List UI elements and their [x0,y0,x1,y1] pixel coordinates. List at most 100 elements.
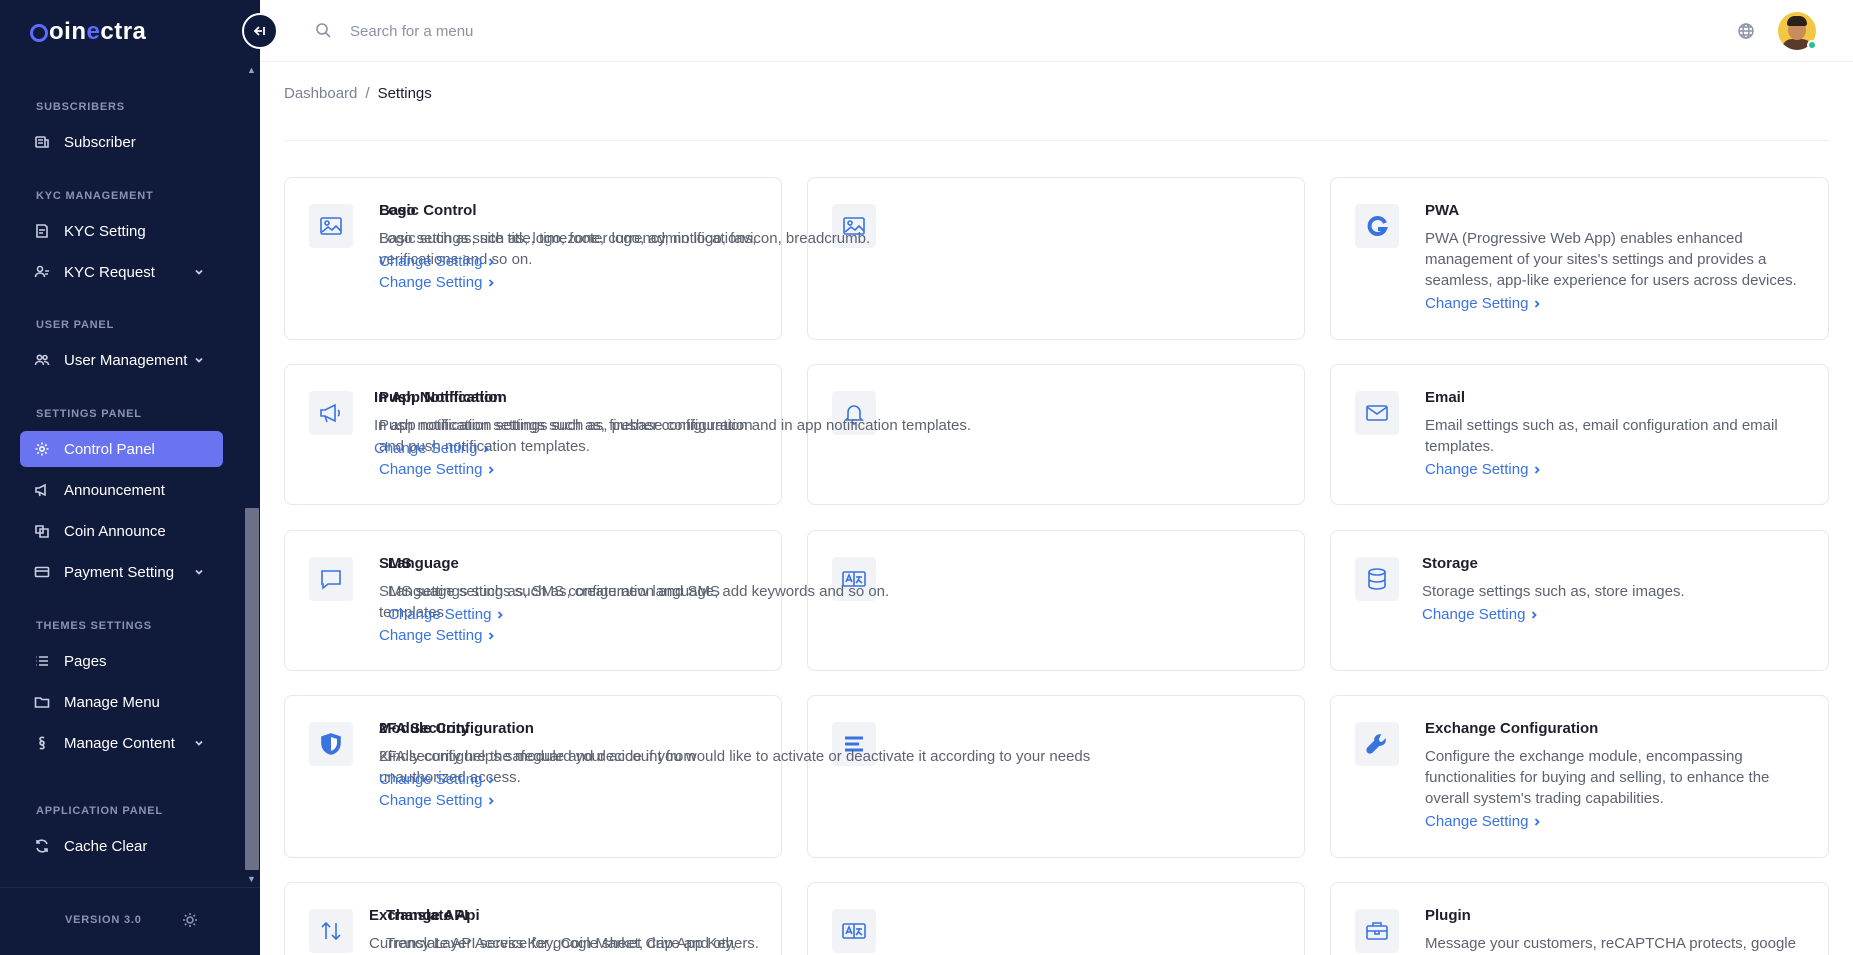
settings-card[interactable]: Translate Api Translate API service for g… [386,882,1305,955]
sidebar-nav: SUBSCRIBERS Subscriber KYC MANAGEMENT KY… [0,62,243,887]
breadcrumb-separator: / [365,85,370,102]
sidebar-item-announcement[interactable]: Announcement [20,472,223,508]
settings-card-title: Module Configuration [379,720,534,737]
section-label-kyc: KYC MANAGEMENT [36,190,154,202]
settings-card-title: Email [1425,389,1466,406]
settings-card-body: Plugin Message your customers, reCAPTCHA … [1425,907,1808,954]
change-setting-link[interactable]: Change Setting [379,771,496,788]
sidebar-item-user-management[interactable]: User Management [20,342,223,378]
change-setting-label: Change Setting [379,461,483,478]
settings-card[interactable]: PWA PWA (Progressive Web App) enables enh… [1330,177,1829,340]
sidebar-collapse-button[interactable] [242,13,278,49]
sidebar-item-label: Control Panel [64,440,155,458]
settings-card-title: Storage [1422,555,1478,572]
sidebar-item-label: Payment Setting [64,563,175,581]
change-setting-link[interactable]: Change Setting [388,606,505,623]
settings-card[interactable]: Logo Logo settings such as, logo, footer … [379,177,1305,340]
brand-text-accent: e [86,18,101,45]
app-root: oin e ctra SUBSCRIBERS Subscriber KYC MANA… [0,0,1853,955]
change-setting-link[interactable]: Change Setting [379,274,496,291]
change-setting-link[interactable]: Change Setting [374,440,491,457]
user-group-icon [32,350,52,370]
chevron-down-icon [193,353,207,367]
breadcrumb-dashboard[interactable]: Dashboard [284,85,357,102]
change-setting-link[interactable]: Change Setting [379,627,496,644]
breadcrumb: Dashboard / Settings [284,85,432,102]
sidebar-item-kyc-request[interactable]: KYC Request [20,254,223,290]
settings-card-body: Module Configuration Kindly configure the… [379,720,1284,789]
sidebar-item-manage-menu[interactable]: Manage Menu [20,684,223,720]
change-setting-link[interactable]: Change Setting [1422,606,1539,623]
logo-c-mark [30,24,48,42]
sidebar-item-manage-content[interactable]: Manage Content [20,725,223,761]
chevron-right-icon [489,465,495,474]
change-setting-label: Change Setting [379,274,483,291]
scrollbar-thumb[interactable] [245,508,259,870]
arrows-updown-icon [309,909,353,953]
settings-card-description: Translate API service for google sheet, … [386,935,759,952]
chevron-down-icon [193,736,207,750]
change-setting-link[interactable]: Change Setting [379,792,496,809]
megaphone-icon [32,480,52,500]
sun-icon[interactable] [182,912,198,928]
globe-icon[interactable] [1737,22,1755,40]
subscriber-icon [32,132,52,152]
settings-card-body: In App Notification In app notification s… [374,389,1284,458]
change-setting-link[interactable]: Change Setting [379,253,496,270]
card-icon [32,562,52,582]
sidebar-item-kyc-setting[interactable]: KYC Setting [20,213,223,249]
brand-text-1: oin [49,18,87,45]
settings-card-title: PWA [1425,202,1460,219]
settings-card-description: Kindly configure the module and decide i… [379,748,1091,765]
change-setting-link[interactable]: Change Setting [1425,813,1542,830]
section-label-application-panel: APPLICATION PANEL [36,805,163,817]
sidebar-item-subscriber[interactable]: Subscriber [20,124,223,160]
list-icon [32,651,52,671]
change-setting-label: Change Setting [374,440,478,457]
settings-card-title: Logo [379,202,416,219]
sidebar-item-cache-clear[interactable]: Cache Clear [20,828,223,864]
change-setting-link[interactable]: Change Setting [1425,461,1542,478]
sidebar-item-label: Announcement [64,481,165,499]
image-icon [309,204,353,248]
sidebar-item-label: Subscriber [64,133,136,151]
sidebar-item-payment-setting[interactable]: Payment Setting [20,554,223,590]
scroll-up-icon[interactable]: ▲ [243,62,260,78]
settings-card-body: Storage Storage settings such as, store i… [1422,555,1808,624]
sidebar-item-pages[interactable]: Pages [20,643,223,679]
sidebar-item-label: Manage Menu [64,693,160,711]
header-divider [284,140,1829,141]
settings-card-title: Translate Api [386,907,480,924]
scroll-down-icon[interactable]: ▼ [243,871,260,887]
chevron-right-icon [1532,610,1538,619]
change-setting-label: Change Setting [379,253,483,270]
chevron-right-icon [489,775,495,784]
settings-card[interactable]: Language Language settings such as, creat… [388,530,1305,671]
settings-card-title: Plugin [1425,907,1471,924]
search-input[interactable] [350,16,750,46]
section-label-user-panel: USER PANEL [36,319,115,331]
sidebar-item-label: KYC Request [64,263,155,281]
settings-card[interactable]: Plugin Message your customers, reCAPTCHA … [1330,882,1829,955]
settings-card-body: Translate Api Translate API service for g… [386,907,1284,954]
change-setting-link[interactable]: Change Setting [379,461,496,478]
settings-card[interactable]: Email Email settings such as, email confi… [1330,364,1829,505]
settings-card[interactable]: In App Notification In app notification s… [374,364,1305,505]
sidebar-item-coin-announce[interactable]: Coin Announce [20,513,223,549]
sidebar-item-label: KYC Setting [64,222,146,240]
sidebar-scrollbar[interactable]: ▲ ▼ [243,62,260,887]
sidebar-item-control-panel[interactable]: Control Panel [20,431,223,467]
settings-card[interactable]: Exchange Configuration Configure the exch… [1330,695,1829,858]
settings-card[interactable]: Module Configuration Kindly configure the… [379,695,1305,858]
settings-card[interactable]: Storage Storage settings such as, store i… [1330,530,1829,671]
brand-logo[interactable]: oin e ctra [30,14,146,50]
sidebar-item-label: Coin Announce [64,522,166,540]
change-setting-link[interactable]: Change Setting [1425,295,1542,312]
chevron-right-icon [1535,299,1541,308]
change-setting-label: Change Setting [379,771,483,788]
section-label-themes-settings: THEMES SETTINGS [36,620,152,632]
settings-card-description: Message your customers, reCAPTCHA protec… [1425,935,1796,952]
change-setting-label: Change Setting [1422,606,1526,623]
database-icon [1355,557,1399,601]
settings-card-description: Language settings such as, create new la… [388,583,890,600]
